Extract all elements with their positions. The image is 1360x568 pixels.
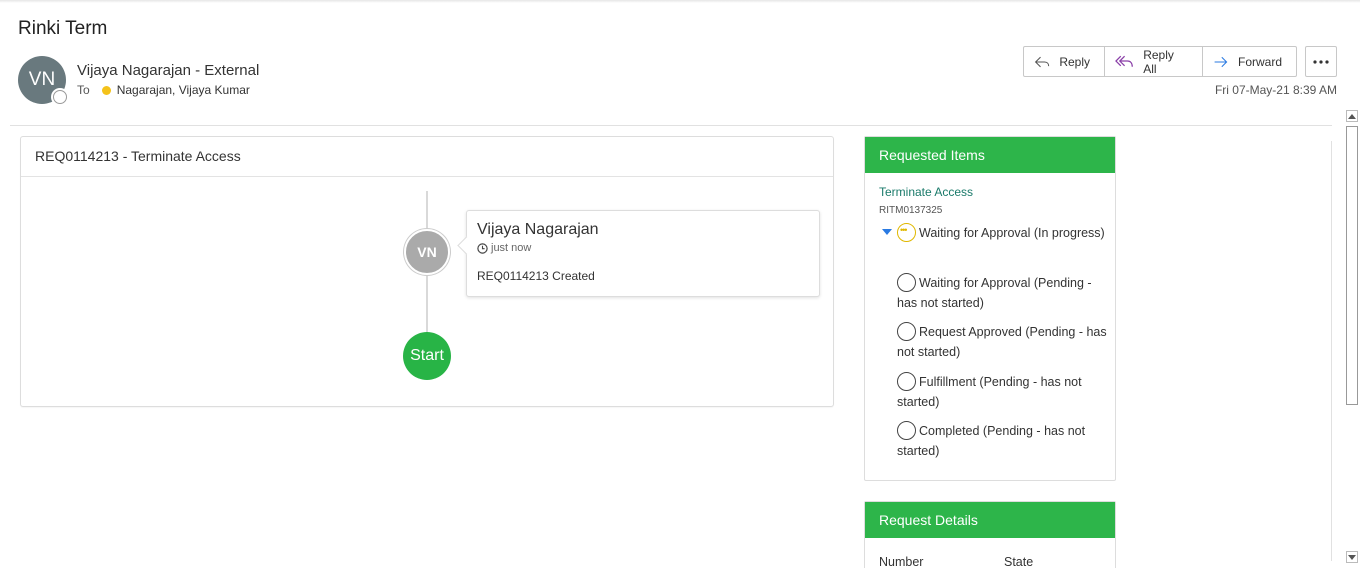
sent-date: Fri 07-May-21 8:39 AM [1214,83,1337,97]
requested-items-header: Requested Items [865,137,1115,173]
recipient-status-icon [101,85,111,95]
message-actions: Reply Reply All Forward [1023,46,1297,77]
body-right-border [1331,141,1332,561]
requested-item-number: RITM0137325 [879,205,943,216]
pending-circle-icon [897,372,916,391]
reply-all-label: Reply All [1143,47,1174,76]
request-details-header: Request Details [865,502,1115,538]
chevron-up-icon [1348,113,1356,119]
request-details-panel: Request Details Number State [864,501,1116,568]
presence-status-icon [53,90,67,104]
timeline-entry-name: Vijaya Nagarajan [477,221,599,238]
approval-step: Fulfillment (Pending - has not started) [897,372,1107,412]
scroll-down-button[interactable] [1346,551,1358,563]
step-label: Request Approved (Pending - has not star… [897,325,1107,359]
email-subject: Rinki Term [18,18,108,39]
header-divider [10,125,1332,126]
reply-label: Reply [1059,54,1090,69]
to-label: To [77,83,90,97]
chevron-down-icon [1348,554,1356,560]
number-column-header: Number [879,555,924,568]
more-actions-button[interactable] [1305,46,1337,77]
requested-items-panel: Requested Items Terminate Access RITM013… [864,136,1116,481]
recipient-name[interactable]: Nagarajan, Vijaya Kumar [117,83,250,97]
in-progress-icon [897,220,916,242]
scrollbar-thumb[interactable] [1346,126,1358,405]
reply-icon [1034,56,1050,67]
approval-step: Request Approved (Pending - has not star… [897,322,1107,362]
start-label: Start [410,347,444,364]
pending-circle-icon [897,273,916,292]
request-timeline-card: REQ0114213 - Terminate Access VN Vijaya … [20,136,834,407]
timeline-start-node: Start [403,332,451,380]
state-column-header: State [1004,555,1034,568]
approval-step: Waiting for Approval (In progress) [897,220,1107,243]
timeline-entry: Vijaya Nagarajan just now REQ0114213 Cre… [466,210,820,297]
request-title: REQ0114213 - Terminate Access [21,137,833,177]
forward-button[interactable]: Forward [1203,47,1296,76]
pending-circle-icon [897,322,916,341]
clock-icon [477,242,488,254]
timeline-entry-message: REQ0114213 Created [477,269,595,283]
sender-initials: VN [28,69,56,90]
forward-label: Forward [1237,54,1282,69]
caret-down-icon[interactable] [882,229,892,235]
step-label: Waiting for Approval (Pending - has not … [897,276,1092,310]
top-border [0,0,1360,3]
timeline-avatar: VN [404,229,450,275]
ellipsis-icon [1313,59,1329,64]
approval-step: Completed (Pending - has not started) [897,421,1107,461]
step-label: Completed (Pending - has not started) [897,424,1086,458]
sender-name[interactable]: Vijaya Nagarajan - External [77,62,259,79]
reply-button[interactable]: Reply [1024,47,1105,76]
pending-circle-icon [897,421,916,440]
approval-step: Waiting for Approval (Pending - has not … [897,273,1107,313]
scroll-up-button[interactable] [1346,110,1358,122]
timeline-entry-time: just now [477,242,809,254]
recipient-line: To Nagarajan, Vijaya Kumar [77,83,250,97]
reply-all-icon [1115,55,1133,67]
forward-icon [1214,56,1228,67]
timeline-avatar-initials: VN [417,244,437,260]
step-label: Fulfillment (Pending - has not started) [897,375,1082,409]
step-label: Waiting for Approval (In progress) [919,226,1105,240]
timeline-time-label: just now [491,242,532,254]
reply-all-button[interactable]: Reply All [1105,47,1203,76]
requested-item-link[interactable]: Terminate Access [879,185,973,199]
